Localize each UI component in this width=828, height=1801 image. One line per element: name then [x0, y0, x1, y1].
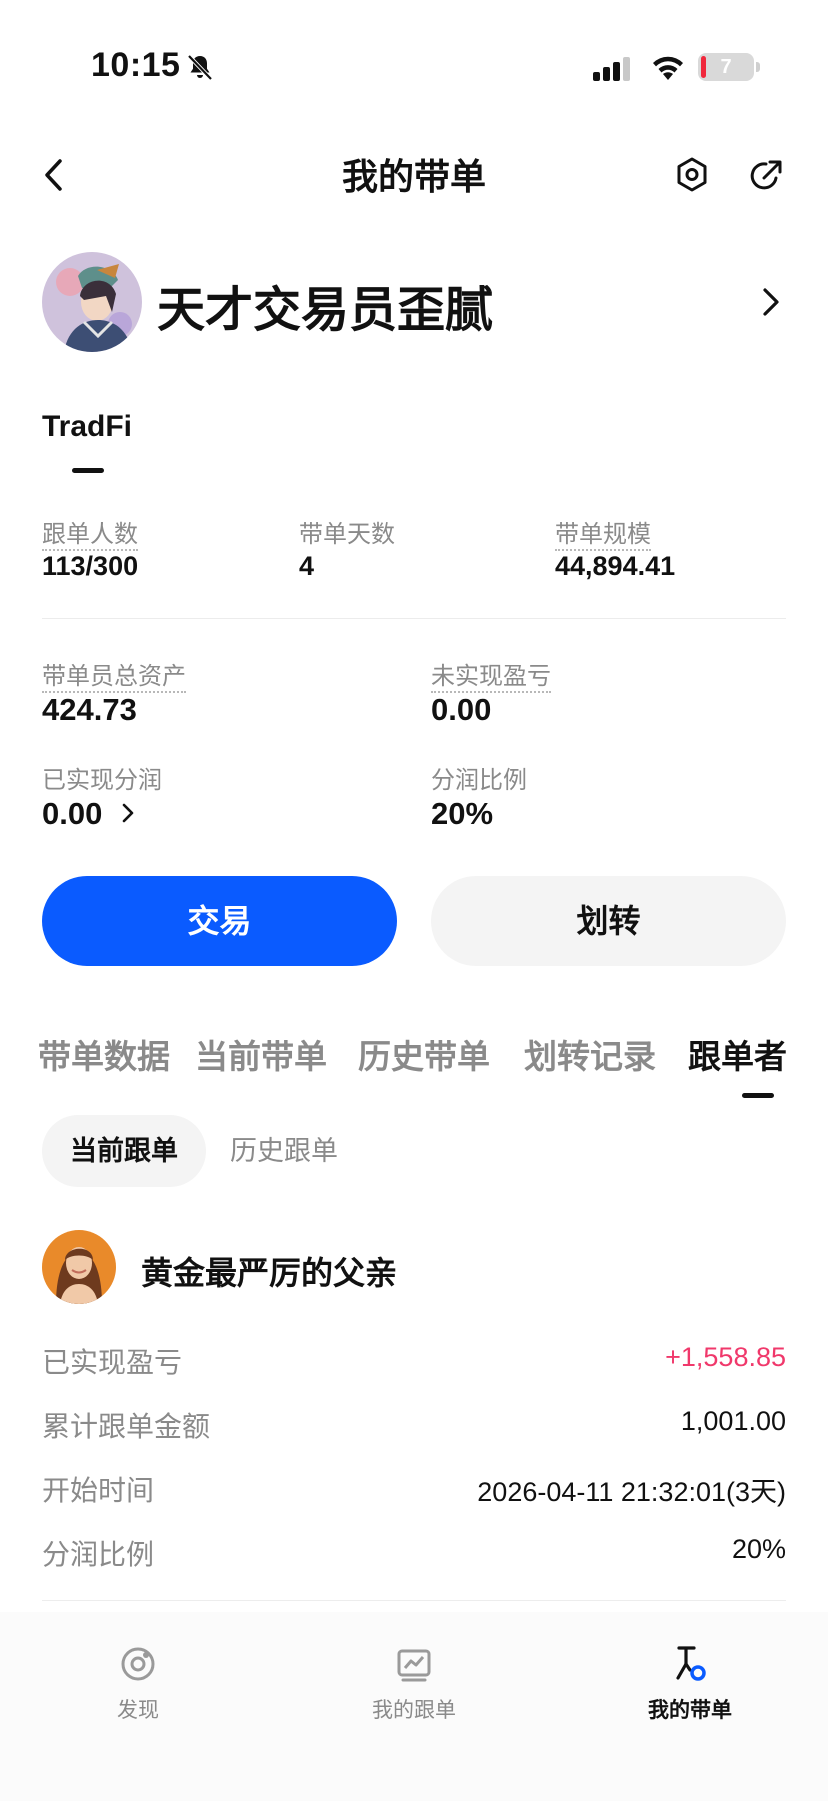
total-assets-value: 424.73 [42, 692, 137, 727]
tab-current-lead[interactable]: 当前带单 [195, 1030, 327, 1078]
lead-scale-label: 带单规模 [555, 514, 651, 551]
unrealized-pnl-value: 0.00 [431, 692, 492, 727]
realized-pnl-value: +1,558.85 [665, 1342, 786, 1372]
chart-icon [397, 1649, 431, 1682]
tab-tradfi-indicator [72, 468, 104, 473]
follower-avatar[interactable] [42, 1230, 116, 1304]
tab-transfer-records[interactable]: 划转记录 [524, 1030, 656, 1078]
subtab-history-follow[interactable]: 历史跟单 [230, 1115, 338, 1187]
tab-followers-indicator [742, 1093, 774, 1098]
share-ratio-label: 分润比例 [431, 767, 527, 794]
stats-divider [42, 618, 786, 619]
unrealized-pnl-label[interactable]: 未实现盈亏 [431, 656, 551, 693]
cellular-signal-icon [593, 57, 630, 81]
follower-avatar-illustration [42, 1230, 116, 1304]
total-follow-amount-value: 1,001.00 [680, 1406, 786, 1436]
start-time-value: 2026-04-11 21:32:01(3天) [477, 1477, 786, 1507]
follower-count-value: 113/300 [42, 551, 139, 581]
start-time-label: 开始时间 [42, 1475, 155, 1506]
tab-history-lead[interactable]: 历史带单 [358, 1030, 490, 1078]
nav-my-lead-label: 我的带单 [648, 1699, 732, 1722]
subtab-current-follow[interactable]: 当前跟单 [42, 1115, 206, 1187]
status-time: 10:15 [91, 46, 181, 84]
tab-lead-data[interactable]: 带单数据 [38, 1030, 170, 1078]
nav-my-lead[interactable]: 我的带单 [590, 1644, 790, 1724]
follower-share-ratio-label: 分润比例 [42, 1539, 155, 1570]
tab-tradfi[interactable]: TradFi [42, 410, 132, 444]
realized-share-value[interactable]: 0.00 [42, 796, 102, 832]
discover-icon [121, 1647, 155, 1681]
tab-followers[interactable]: 跟单者 [688, 1030, 787, 1078]
follower-name[interactable]: 黄金最严厉的父亲 [141, 1248, 397, 1294]
status-bar: 10:15 7 [0, 0, 828, 120]
battery-indicator: 7 [698, 53, 760, 81]
settings-hex-icon[interactable] [672, 154, 712, 196]
transfer-button[interactable]: 划转 [431, 876, 786, 966]
trade-button[interactable]: 交易 [42, 876, 397, 966]
nav-my-follow[interactable]: 我的跟单 [314, 1644, 514, 1724]
share-icon[interactable] [746, 154, 786, 196]
trader-avatar[interactable] [42, 252, 142, 352]
lead-days-value: 4 [299, 551, 315, 581]
nav-my-follow-label: 我的跟单 [372, 1699, 456, 1722]
follower-count-label: 跟单人数 [42, 514, 138, 551]
lead-days-label: 带单天数 [299, 521, 395, 548]
share-ratio-value: 20% [431, 796, 494, 831]
section-tabs: 带单数据 当前带单 历史带单 划转记录 跟单者 [0, 1030, 828, 1080]
total-assets-label[interactable]: 带单员总资产 [42, 656, 186, 693]
trader-name[interactable]: 天才交易员歪腻 [157, 270, 493, 340]
bell-muted-icon [187, 54, 213, 81]
total-follow-amount-label: 累计跟单金额 [42, 1411, 211, 1442]
realized-share-label: 已实现分润 [42, 767, 162, 794]
follower-share-ratio-value: 20% [731, 1534, 786, 1564]
avatar-illustration [42, 252, 142, 352]
realized-pnl-label: 已实现盈亏 [42, 1347, 183, 1378]
chevron-right-icon[interactable] [120, 802, 136, 824]
wifi-icon [653, 56, 683, 80]
nav-discover[interactable]: 发现 [38, 1644, 238, 1724]
lead-icon [676, 1646, 706, 1681]
chevron-right-icon[interactable] [758, 285, 784, 319]
nav-discover-label: 发现 [117, 1699, 159, 1722]
bottom-nav: 发现 我的跟单 我的带单 [0, 1612, 828, 1801]
lead-scale-value: 44,894.41 [555, 551, 676, 581]
card-divider [42, 1600, 786, 1601]
battery-level: 7 [720, 56, 732, 78]
